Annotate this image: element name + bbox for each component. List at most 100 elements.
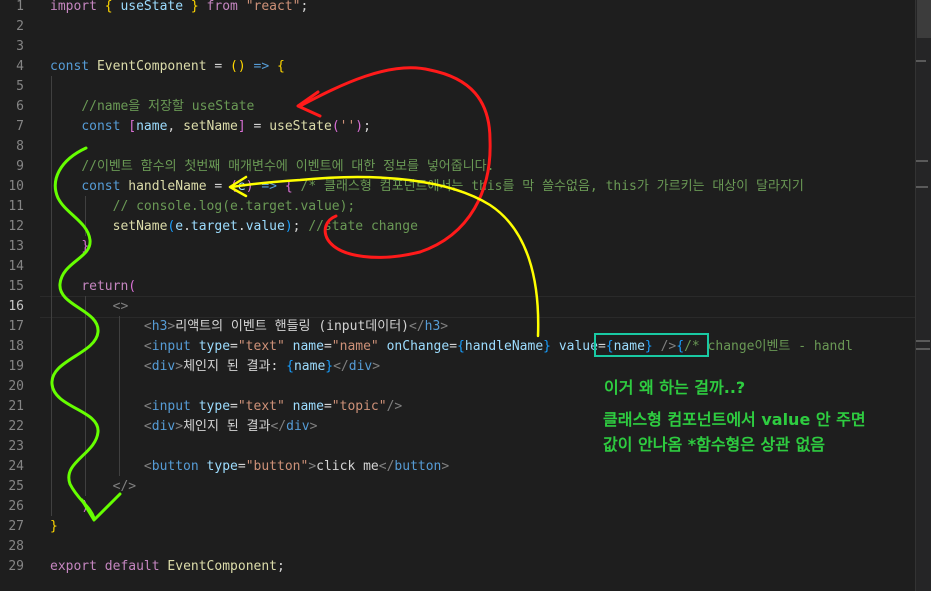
code-token: /> bbox=[386, 399, 403, 414]
code-line[interactable]: } bbox=[50, 517, 58, 537]
code-line[interactable]: <input type="text" name="name" onChange=… bbox=[50, 337, 853, 357]
red-ink-arrowhead bbox=[296, 90, 322, 118]
code-token: { bbox=[286, 359, 294, 374]
code-token: ) bbox=[245, 179, 254, 194]
code-token: const bbox=[81, 179, 129, 194]
line-number: 24 bbox=[8, 459, 24, 474]
code-line[interactable]: ) bbox=[50, 497, 89, 517]
code-token: return bbox=[81, 279, 129, 294]
minimap-tick bbox=[916, 186, 928, 188]
code-token: ; bbox=[363, 119, 371, 134]
code-token: { bbox=[457, 339, 465, 354]
code-editor[interactable]: 1 2 3 4 5 6 7 8 9 10 11 12 13 14 15 16 17 18 19 20 21 22 23 24 2… bbox=[0, 0, 915, 591]
code-token: > bbox=[175, 359, 184, 374]
code-token: setName bbox=[183, 119, 238, 134]
code-token: type bbox=[198, 399, 231, 414]
code-line[interactable]: } bbox=[50, 237, 89, 257]
code-token: export bbox=[50, 559, 105, 574]
vertical-scrollbar[interactable] bbox=[915, 0, 931, 591]
code-token: = bbox=[230, 339, 238, 354]
code-token: ; bbox=[277, 559, 285, 574]
code-line[interactable]: return( bbox=[50, 277, 136, 297]
code-token: } bbox=[81, 239, 90, 254]
code-line[interactable]: <input type="text" name="topic"/> bbox=[50, 397, 402, 417]
line-number: 26 bbox=[8, 499, 24, 514]
code-line[interactable]: <div>체인지 된 결과</div> bbox=[50, 417, 318, 437]
scrollbar-thumb[interactable] bbox=[917, 0, 931, 38]
code-line[interactable]: // console.log(e.target.value); bbox=[50, 197, 356, 217]
code-token: = bbox=[206, 59, 231, 74]
code-token: useState bbox=[269, 119, 332, 134]
code-token: > bbox=[309, 419, 318, 434]
code-token: EventComponent bbox=[96, 59, 207, 74]
code-token: { bbox=[277, 59, 285, 74]
code-line[interactable]: </> bbox=[50, 477, 136, 497]
code-token: } bbox=[543, 339, 551, 354]
line-number: 29 bbox=[8, 559, 24, 574]
code-token: h3 bbox=[424, 319, 441, 334]
minimap-tick bbox=[916, 160, 928, 162]
code-line[interactable]: <> bbox=[50, 297, 129, 317]
code-token: div bbox=[151, 419, 176, 434]
code-token: "button" bbox=[245, 459, 309, 474]
code-token: = bbox=[323, 399, 332, 414]
code-line[interactable]: <button type="button">click me</button> bbox=[50, 457, 449, 477]
code-token: = bbox=[206, 179, 231, 194]
code-line[interactable]: const handleName = (e) => { /* 클래스형 컴포넌트… bbox=[50, 177, 804, 197]
code-token: input bbox=[151, 339, 191, 354]
code-line[interactable]: import { useState } from "react"; bbox=[50, 0, 308, 17]
code-token: < bbox=[143, 359, 152, 374]
line-number: 12 bbox=[8, 219, 24, 234]
code-line[interactable]: setName(e.target.value); //state change bbox=[50, 217, 418, 237]
code-token: setName bbox=[112, 219, 168, 234]
line-number: 3 bbox=[16, 39, 24, 54]
code-line[interactable]: const [name, setName] = useState(''); bbox=[50, 117, 371, 137]
code-token: } bbox=[183, 0, 199, 14]
line-number: 9 bbox=[16, 159, 24, 174]
code-line[interactable]: <h3>리액트의 이벤트 핸들링 (input데이터)</h3> bbox=[50, 317, 448, 337]
code-token: ) bbox=[355, 119, 364, 134]
code-token: button bbox=[151, 459, 199, 474]
line-number: 7 bbox=[16, 119, 24, 134]
annotation-answer-line1: 클래스형 컴포넌트에서 value 안 주면 bbox=[603, 410, 866, 429]
code-token: < bbox=[143, 459, 152, 474]
code-token: </ bbox=[378, 459, 395, 474]
code-token: name bbox=[136, 119, 168, 134]
code-token: "name" bbox=[331, 339, 379, 354]
code-line[interactable]: export default EventComponent; bbox=[50, 557, 285, 577]
line-number: 15 bbox=[8, 279, 24, 294]
code-token: const bbox=[81, 119, 129, 134]
code-token: onChange bbox=[386, 339, 450, 354]
code-token: '' bbox=[339, 119, 356, 134]
code-line[interactable]: //이벤트 함수의 첫번째 매개변수에 이벤트에 대한 정보를 넣어줍니다. bbox=[50, 157, 494, 177]
code-token: => bbox=[253, 179, 285, 194]
code-token: handleName bbox=[128, 179, 207, 194]
code-line[interactable]: //name을 저장할 useState bbox=[50, 97, 254, 117]
line-number: 21 bbox=[8, 399, 24, 414]
code-token: { bbox=[104, 0, 121, 14]
code-token: . bbox=[183, 219, 191, 234]
line-number: 11 bbox=[8, 199, 24, 214]
code-line[interactable]: const EventComponent = () => { bbox=[50, 57, 285, 77]
line-number: 5 bbox=[16, 79, 24, 94]
code-token: button bbox=[394, 459, 442, 474]
code-token: </ bbox=[270, 419, 287, 434]
code-token: div bbox=[151, 359, 176, 374]
line-number: 27 bbox=[8, 519, 24, 534]
code-token: name bbox=[292, 339, 324, 354]
code-token: from bbox=[198, 0, 246, 14]
line-number: 6 bbox=[16, 99, 24, 114]
code-line[interactable]: <div>체인지 된 결과: {name}</div> bbox=[50, 357, 380, 377]
